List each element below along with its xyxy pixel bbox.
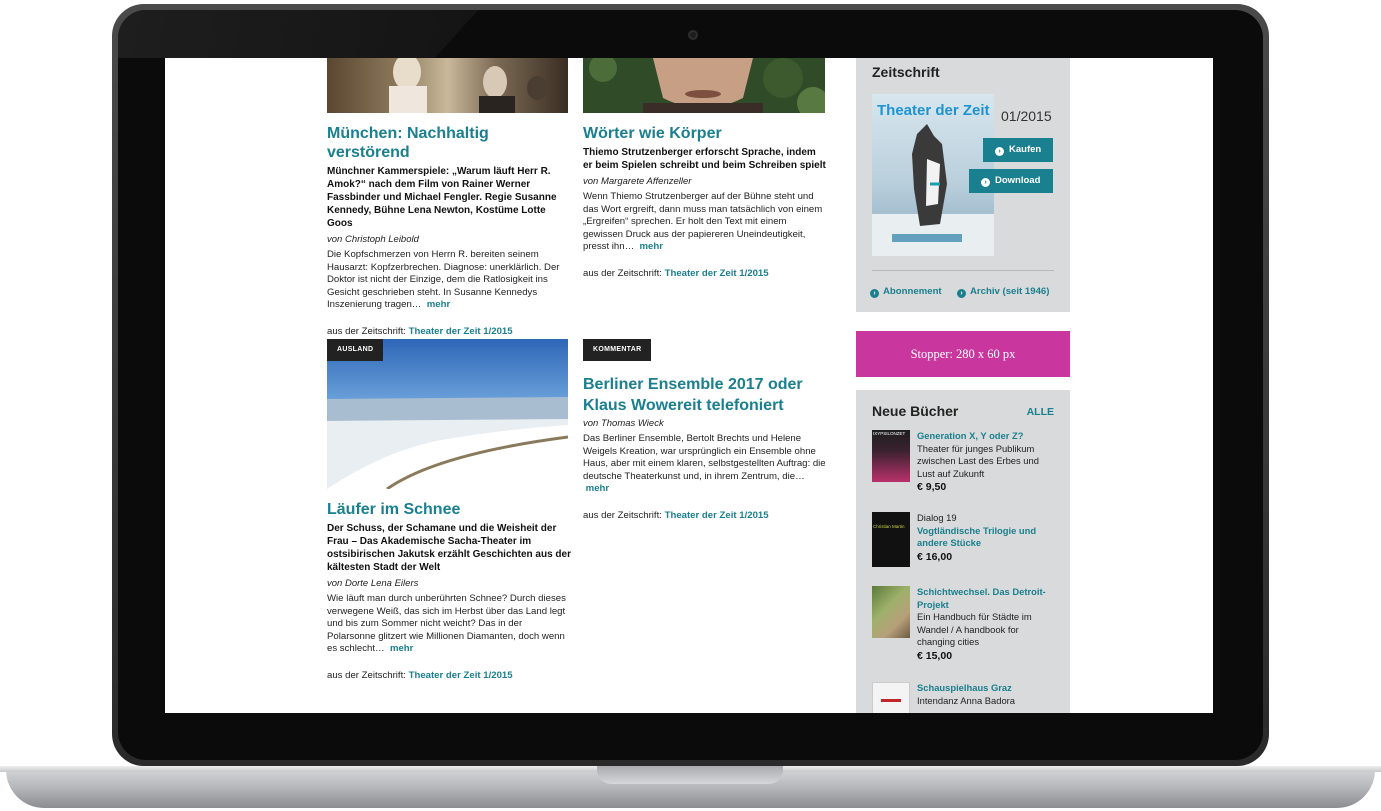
laptop-frame: München: Nachhaltig verstörend Münchner … (0, 0, 1381, 811)
magazine-title: Zeitschrift (872, 64, 940, 80)
book-item: Schichtwechsel. Das Detroit-Projekt Ein … (917, 586, 1057, 664)
article-laeufer: Läufer im Schnee Der Schuss, der Schaman… (327, 500, 572, 681)
book-price: € 15,00 (917, 649, 953, 662)
article-body: Wie läuft man durch unberührten Schnee? … (327, 593, 572, 656)
book-description: Intendanz Anna Badora (917, 694, 1015, 706)
book-description: Theater für junges Publikum zwischen Las… (917, 442, 1039, 479)
book-title[interactable]: Schichtwechsel. Das Detroit-Projekt (917, 586, 1057, 611)
archive-label: Archiv (seit 1946) (970, 286, 1050, 297)
article-author: von Thomas Wieck (583, 418, 664, 429)
book-cover[interactable] (872, 586, 910, 638)
article-author: von Margarete Affenzeller (583, 176, 692, 187)
image-portrait (583, 58, 825, 113)
article-woerter: Wörter wie Körper Thiemo Strutzenberger … (583, 124, 828, 279)
article-image-laeufer[interactable] (327, 339, 568, 489)
magazine-box: Zeitschrift Theater der Zeit 01/2015 › Ka… (856, 58, 1070, 312)
subscription-label: Abonnement (883, 286, 942, 297)
issue-number: 01/2015 (1001, 108, 1052, 124)
source-link[interactable]: Theater der Zeit 1/2015 (665, 510, 769, 521)
article-body-text: Wie läuft man durch unberührten Schnee? … (327, 593, 566, 655)
article-title[interactable]: Wörter wie Körper (583, 124, 828, 143)
stopper-ad[interactable]: Stopper: 280 x 60 px (856, 331, 1070, 377)
article-body: Das Berliner Ensemble, Bertolt Brechts u… (583, 433, 828, 496)
article-title[interactable]: Läufer im Schnee (327, 500, 572, 519)
buy-button[interactable]: › Kaufen (983, 138, 1053, 162)
book-item: Generation X, Y oder Z? Theater für jung… (917, 430, 1057, 495)
article-title[interactable]: München: Nachhaltig verstörend (327, 124, 572, 162)
bezel-glare (118, 10, 478, 58)
book-item: Schauspielhaus Graz Intendanz Anna Bador… (917, 682, 1057, 707)
download-label: Download (995, 175, 1041, 186)
new-books-box: Neue Bücher ALLE IXYPSILONZET Generation… (856, 390, 1070, 713)
download-button[interactable]: › Download (969, 169, 1053, 193)
new-books-title: Neue Bücher (872, 403, 959, 419)
more-link[interactable]: mehr (427, 299, 450, 310)
chevron-right-icon: › (995, 147, 1004, 156)
article-source: aus der Zeitschrift: Theater der Zeit 1/… (583, 268, 828, 279)
article-author: von Dorte Lena Eilers (327, 578, 419, 589)
book-title[interactable]: Generation X, Y oder Z? (917, 430, 1057, 443)
browser-viewport: München: Nachhaltig verstörend Münchner … (165, 58, 1213, 713)
article-body: Die Kopfschmerzen von Herrn R. bereiten … (327, 249, 572, 312)
buy-label: Kaufen (1009, 144, 1042, 155)
article-source: aus der Zeitschrift: Theater der Zeit 1/… (327, 670, 572, 681)
more-link[interactable]: mehr (640, 241, 663, 252)
book-cover[interactable] (872, 682, 910, 713)
article-source: aus der Zeitschrift: Theater der Zeit 1/… (583, 510, 828, 521)
source-prefix: aus der Zeitschrift: (327, 669, 406, 681)
cover-label: IXYPSILONZET (873, 431, 906, 436)
article-author: von Christoph Leibold (327, 234, 419, 245)
image-figures (389, 58, 547, 113)
book-cover[interactable]: IXYPSILONZET (872, 430, 910, 482)
article-body: Wenn Thiemo Strutzenberger auf der Bühne… (583, 191, 828, 254)
source-prefix: aus der Zeitschrift: (583, 509, 662, 521)
source-link[interactable]: Theater der Zeit 1/2015 (665, 268, 769, 279)
laptop-notch (597, 766, 783, 784)
all-books-link[interactable]: ALLE (1027, 406, 1054, 418)
book-description: Ein Handbuch für Städte im Wandel / A ha… (917, 611, 1032, 647)
article-body-text: Das Berliner Ensemble, Bertolt Brechts u… (583, 433, 826, 482)
source-prefix: aus der Zeitschrift: (583, 267, 662, 279)
camera-icon (688, 30, 698, 40)
article-muenchen: München: Nachhaltig verstörend Münchner … (327, 124, 572, 337)
more-link[interactable]: mehr (390, 643, 413, 654)
source-link[interactable]: Theater der Zeit 1/2015 (409, 670, 513, 681)
chevron-right-icon: › (957, 289, 966, 298)
article-image-woerter[interactable] (583, 58, 825, 113)
book-price: € 16,00 (917, 550, 953, 563)
book-title[interactable]: Schauspielhaus Graz (917, 682, 1057, 695)
cover-stripe (881, 699, 901, 702)
article-image-muenchen[interactable] (327, 58, 568, 113)
article-title[interactable]: Berliner Ensemble 2017 oder Klaus Wowere… (583, 374, 828, 416)
stopper-label: Stopper: 280 x 60 px (910, 347, 1016, 361)
article-berliner-ensemble: Berliner Ensemble 2017 oder Klaus Wowere… (583, 374, 828, 521)
subscription-link[interactable]: › Abonnement (870, 286, 942, 298)
chevron-right-icon: › (870, 289, 879, 298)
more-link[interactable]: mehr (586, 483, 609, 494)
article-lead: Thiemo Strutzenberger erforscht Sprache,… (583, 147, 826, 171)
article-source: aus der Zeitschrift: Theater der Zeit 1/… (327, 326, 572, 337)
article-lead: Der Schuss, der Schamane und die Weishei… (327, 523, 571, 573)
category-tag[interactable]: KOMMENTAR (583, 339, 652, 361)
article-body-text: Wenn Thiemo Strutzenberger auf der Bühne… (583, 191, 823, 253)
book-title[interactable]: Vogtländische Trilogie und andere Stücke (917, 525, 1057, 550)
source-link[interactable]: Theater der Zeit 1/2015 (409, 326, 513, 337)
article-lead: Münchner Kammerspiele: „Warum läuft Herr… (327, 166, 557, 229)
archive-link[interactable]: › Archiv (seit 1946) (957, 286, 1049, 298)
divider (872, 270, 1054, 271)
cover-label: Christian Martin (873, 524, 905, 529)
source-prefix: aus der Zeitschrift: (327, 325, 406, 337)
category-tag[interactable]: AUSLAND (327, 339, 384, 361)
chevron-right-icon: › (981, 178, 990, 187)
book-cover[interactable]: Christian Martin (872, 512, 910, 567)
book-price: € 9,50 (917, 481, 947, 493)
book-item: Dialog 19 Vogtländische Trilogie und and… (917, 512, 1057, 565)
image-snow-landscape (327, 397, 568, 489)
book-series: Dialog 19 (917, 512, 957, 523)
